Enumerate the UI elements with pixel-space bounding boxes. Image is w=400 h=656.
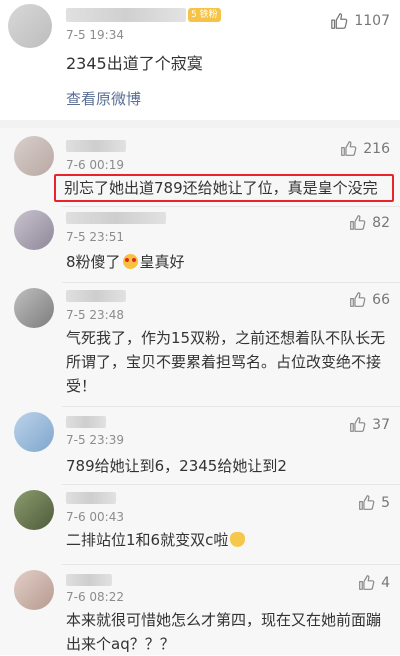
username-obscured[interactable]	[66, 416, 106, 428]
timestamp: 7-5 19:34	[66, 28, 124, 42]
avatar[interactable]	[14, 136, 54, 176]
timestamp: 7-5 23:48	[66, 308, 124, 322]
timestamp: 7-5 23:39	[66, 433, 124, 447]
reply-text: 8粉傻了 皇真好	[66, 250, 185, 274]
thumbs-up-icon	[350, 417, 366, 432]
thumbs-up-icon	[350, 215, 366, 230]
username-obscured[interactable]	[66, 492, 116, 504]
heart-eyes-emoji	[122, 254, 138, 269]
reply-text: 气死我了，作为15双粉，之前还想着队不队长无所谓了，宝贝不要累着担骂名。占位改变…	[66, 329, 386, 395]
reply-text: 789给她让到6，2345给她让到2	[66, 457, 287, 475]
thumbs-up-icon	[331, 13, 348, 29]
like-count: 4	[381, 574, 390, 591]
timestamp: 7-6 00:43	[66, 510, 124, 524]
reply-text-part: 二排站位1和6就变双c啦	[66, 531, 229, 549]
row-divider	[62, 484, 400, 485]
like-count: 216	[363, 140, 390, 157]
main-comment: 5 铁粉 7-5 19:34 2345出道了个寂寞 查看原微博 1107	[0, 0, 400, 120]
like-count: 82	[372, 214, 390, 231]
row-divider	[62, 206, 400, 207]
view-original-link[interactable]: 查看原微博	[66, 88, 141, 109]
avatar[interactable]	[14, 570, 54, 610]
row-divider	[62, 406, 400, 407]
like-button[interactable]: 4	[358, 574, 390, 591]
reply-text: 二排站位1和6就变双c啦	[66, 528, 247, 552]
reply-text-part: 8粉傻了	[66, 253, 121, 271]
avatar[interactable]	[14, 490, 54, 530]
thumbs-up-icon	[350, 292, 366, 307]
username-obscured[interactable]	[66, 290, 126, 302]
like-count: 5	[381, 494, 390, 511]
reply-list: 7-6 00:19 别忘了她出道789还给她让了位，真是皇个没完 216 7-5…	[0, 128, 400, 655]
avatar[interactable]	[14, 412, 54, 452]
timestamp: 7-5 23:51	[66, 230, 124, 244]
timestamp: 7-6 08:22	[66, 590, 124, 604]
like-button[interactable]: 1107	[330, 12, 390, 30]
row-divider	[62, 564, 400, 565]
section-divider	[0, 120, 400, 128]
thumbs-up-icon	[359, 575, 375, 590]
like-count: 1107	[354, 13, 390, 29]
like-button[interactable]: 216	[340, 140, 390, 157]
reply-text: 别忘了她出道789还给她让了位，真是皇个没完	[64, 179, 378, 197]
username-obscured[interactable]	[66, 140, 126, 152]
fan-badge: 5 铁粉	[188, 8, 221, 22]
username-obscured[interactable]	[66, 212, 166, 224]
like-button[interactable]: 82	[349, 214, 390, 231]
username-obscured[interactable]	[66, 8, 186, 22]
reply-text: 本来就很可惜她怎么才第四，现在又在她前面蹦出来个aq？？？	[66, 611, 382, 653]
like-button[interactable]: 37	[349, 416, 390, 433]
comment-text: 2345出道了个寂寞	[66, 54, 203, 73]
avatar[interactable]	[8, 4, 52, 48]
row-divider	[62, 282, 400, 283]
like-count: 66	[372, 291, 390, 308]
like-button[interactable]: 5	[358, 494, 390, 511]
like-count: 37	[372, 416, 390, 433]
avatar[interactable]	[14, 288, 54, 328]
thumbs-up-icon	[341, 141, 357, 156]
reply-text-part: 皇真好	[139, 253, 185, 271]
username-obscured[interactable]	[66, 574, 112, 586]
crossed-fingers-emoji	[230, 532, 246, 547]
thumbs-up-icon	[359, 495, 375, 510]
avatar[interactable]	[14, 210, 54, 250]
like-button[interactable]: 66	[349, 291, 390, 308]
timestamp: 7-6 00:19	[66, 158, 124, 172]
